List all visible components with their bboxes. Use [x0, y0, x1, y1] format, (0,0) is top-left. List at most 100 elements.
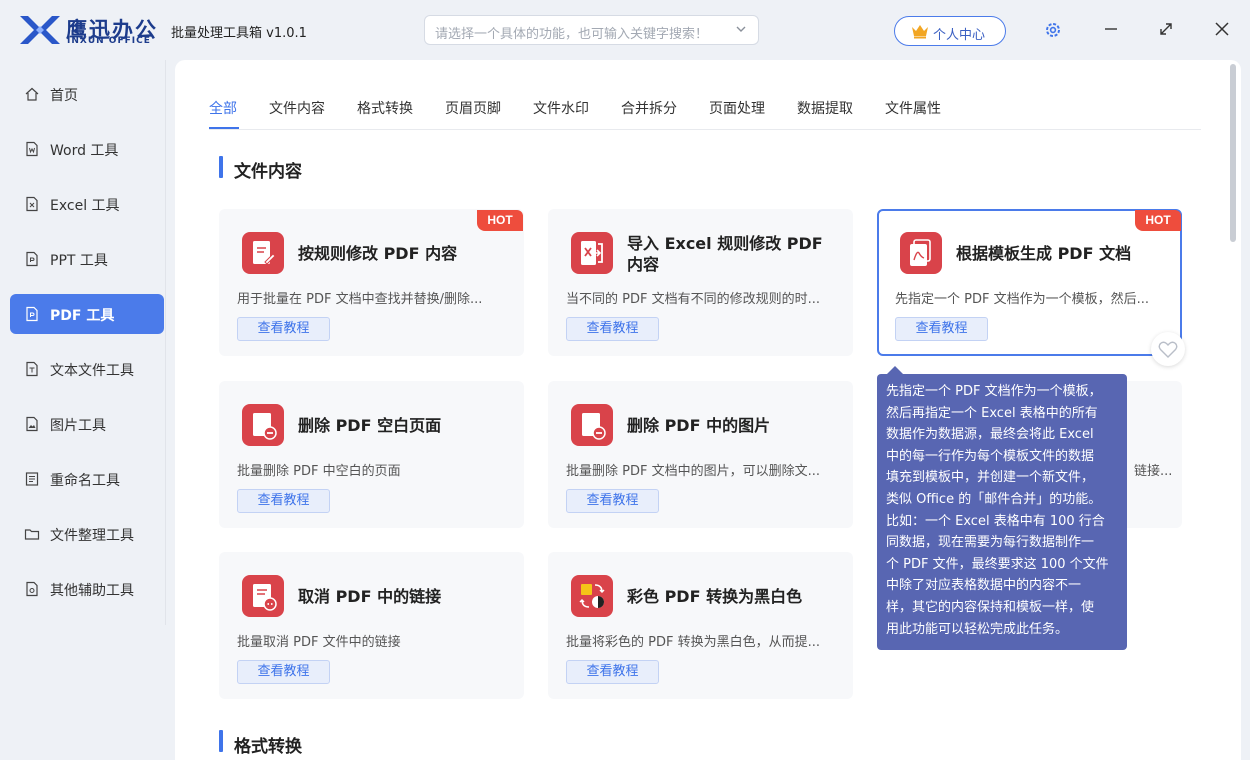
sidebar-item-label: 重命名工具	[50, 473, 120, 489]
tooltip: 先指定一个 PDF 文档作为一个模板， 然后再指定一个 Excel 表格中的所有…	[877, 374, 1127, 650]
card-title: 按规则修改 PDF 内容	[298, 244, 458, 263]
sidebar-item-label: Word 工具	[50, 143, 119, 159]
sidebar-item-label: 文件整理工具	[50, 528, 134, 544]
text-file-icon	[26, 361, 38, 377]
card-description: 当不同的 PDF 文档有不同的修改规则的时...	[566, 292, 820, 307]
card-title: 删除 PDF 中的图片	[627, 416, 771, 435]
tooltip-line: 然后再指定一个 Excel 表格中的所有	[886, 405, 1098, 421]
gear-icon[interactable]	[1044, 21, 1062, 39]
tab-format-convert[interactable]: 格式转换	[357, 98, 413, 118]
tooltip-line: 同数据，现在需要为每行数据制作一	[886, 535, 1095, 551]
image-icon	[26, 416, 38, 432]
tooltip-line: 个 PDF 文件，最终要求这 100 个文件	[886, 556, 1109, 572]
sidebar-item-label: 其他辅助工具	[50, 583, 134, 599]
close-icon[interactable]	[1213, 20, 1231, 38]
sidebar-item-label: 图片工具	[50, 418, 106, 434]
user-center-button[interactable]: 个人中心	[894, 16, 1006, 46]
sidebar-item-misc[interactable]: 其他辅助工具	[10, 569, 164, 609]
view-tutorial-button[interactable]: 查看教程	[237, 317, 330, 341]
view-tutorial-button[interactable]: 查看教程	[566, 317, 659, 341]
section-marker	[219, 730, 223, 752]
app-logo: 鹰迅办公 INXUN OFFICE	[18, 12, 168, 48]
sidebar-item-pdf[interactable]: PDF 工具	[10, 294, 164, 334]
section-marker	[219, 156, 223, 178]
sidebar-item-rename[interactable]: 重命名工具	[10, 459, 164, 499]
tab-merge-split[interactable]: 合并拆分	[621, 98, 677, 118]
app-title: 批量处理工具箱 v1.0.1	[171, 26, 307, 41]
tab-data-extract[interactable]: 数据提取	[797, 98, 853, 118]
sidebar-item-label: 文本文件工具	[50, 363, 134, 379]
tool-card[interactable]: 删除 PDF 中的图片 批量删除 PDF 文档中的图片，可以删除文... 查看教…	[548, 381, 853, 528]
card-description: 批量将彩色的 PDF 转换为黑白色，从而提...	[566, 635, 820, 650]
sidebar-item-file-organize[interactable]: 文件整理工具	[10, 514, 164, 554]
tool-card-selected[interactable]: 根据模板生成 PDF 文档 先指定一个 PDF 文档作为一个模板，然后... 查…	[877, 209, 1182, 356]
sidebar-item-text[interactable]: 文本文件工具	[10, 349, 164, 389]
pdf-template-icon	[900, 232, 942, 274]
view-tutorial-button[interactable]: 查看教程	[566, 660, 659, 684]
tooltip-line: 中除了对应表格数据中的内容不一	[886, 578, 1082, 594]
tool-card[interactable]: 取消 PDF 中的链接 批量取消 PDF 文件中的链接 查看教程	[219, 552, 524, 699]
sidebar-item-label: PDF 工具	[50, 308, 115, 324]
hot-badge: HOT	[477, 210, 523, 231]
view-tutorial-button[interactable]: 查看教程	[237, 489, 330, 513]
sidebar-item-label: Excel 工具	[50, 198, 120, 214]
pdf-file-icon	[26, 306, 38, 322]
rename-icon	[25, 472, 39, 486]
excel-import-icon	[571, 232, 613, 274]
scrollbar[interactable]	[1228, 60, 1238, 750]
word-file-icon	[26, 141, 38, 157]
chevron-down-icon[interactable]	[734, 22, 748, 36]
tool-card[interactable]: 按规则修改 PDF 内容 用于批量在 PDF 文档中查找并替换/删除... 查看…	[219, 209, 524, 356]
crown-icon	[912, 25, 928, 39]
pdf-grayscale-icon	[571, 575, 613, 617]
tab-active-indicator	[209, 127, 239, 129]
heart-icon	[1158, 341, 1178, 358]
search-input[interactable]: 请选择一个具体的功能，也可输入关键字搜索！	[424, 15, 759, 45]
tooltip-line: 用此功能可以轻松完成此任务。	[886, 621, 1069, 637]
card-title: 导入 Excel 规则修改 PDF 内容	[627, 234, 823, 274]
sidebar-item-label: 首页	[50, 88, 78, 104]
card-description: 批量删除 PDF 中空白的页面	[237, 464, 401, 479]
tooltip-line: 数据作为数据源，最终会将此 Excel	[886, 427, 1094, 443]
maximize-icon[interactable]	[1157, 20, 1175, 38]
sidebar: 首页 Word 工具 Excel 工具 PPT 工具 PDF 工具 文本文件工具…	[0, 60, 166, 760]
logo-mark-icon	[20, 16, 60, 44]
tab-header-footer[interactable]: 页眉页脚	[445, 98, 501, 118]
ppt-file-icon	[26, 251, 38, 267]
sidebar-item-label: PPT 工具	[50, 253, 108, 269]
pdf-unlink-icon	[242, 575, 284, 617]
pdf-edit-icon	[242, 232, 284, 274]
tool-card[interactable]: 删除 PDF 空白页面 批量删除 PDF 中空白的页面 查看教程	[219, 381, 524, 528]
sidebar-item-ppt[interactable]: PPT 工具	[10, 239, 164, 279]
tab-file-content[interactable]: 文件内容	[269, 98, 325, 118]
tab-file-properties[interactable]: 文件属性	[885, 98, 941, 118]
view-tutorial-button[interactable]: 查看教程	[566, 489, 659, 513]
card-description-fragment: 链接...	[1134, 464, 1173, 479]
category-tabs: 全部 文件内容 格式转换 页眉页脚 文件水印 合并拆分 页面处理 数据提取 文件…	[209, 98, 1201, 130]
favorite-button[interactable]	[1151, 332, 1185, 366]
minimize-icon[interactable]	[1102, 20, 1120, 38]
card-description: 用于批量在 PDF 文档中查找并替换/删除...	[237, 292, 483, 307]
tooltip-arrow	[887, 366, 903, 374]
logo-text-en: INXUN OFFICE	[67, 36, 151, 46]
tab-watermark[interactable]: 文件水印	[533, 98, 589, 118]
tooltip-line: 中的每一行作为每个模板文件的数据	[886, 448, 1095, 464]
card-title: 取消 PDF 中的链接	[298, 587, 442, 606]
tool-card[interactable]: 导入 Excel 规则修改 PDF 内容 当不同的 PDF 文档有不同的修改规则…	[548, 209, 853, 356]
scrollbar-thumb[interactable]	[1230, 64, 1236, 242]
sidebar-item-home[interactable]: 首页	[10, 74, 164, 114]
tooltip-line: 比如：一个 Excel 表格中有 100 行合	[886, 513, 1105, 529]
tab-page-process[interactable]: 页面处理	[709, 98, 765, 118]
view-tutorial-button[interactable]: 查看教程	[237, 660, 330, 684]
pdf-delete-image-icon	[571, 404, 613, 446]
sidebar-item-word[interactable]: Word 工具	[10, 129, 164, 169]
tab-all[interactable]: 全部	[209, 98, 237, 118]
tool-card[interactable]: 彩色 PDF 转换为黑白色 批量将彩色的 PDF 转换为黑白色，从而提... 查…	[548, 552, 853, 699]
view-tutorial-button[interactable]: 查看教程	[895, 317, 988, 341]
home-icon	[25, 87, 39, 101]
sidebar-item-excel[interactable]: Excel 工具	[10, 184, 164, 224]
sidebar-item-image[interactable]: 图片工具	[10, 404, 164, 444]
excel-file-icon	[26, 196, 38, 212]
search-placeholder: 请选择一个具体的功能，也可输入关键字搜索！	[435, 27, 709, 42]
tooltip-line: 类似 Office 的「邮件合并」的功能。	[886, 491, 1102, 507]
